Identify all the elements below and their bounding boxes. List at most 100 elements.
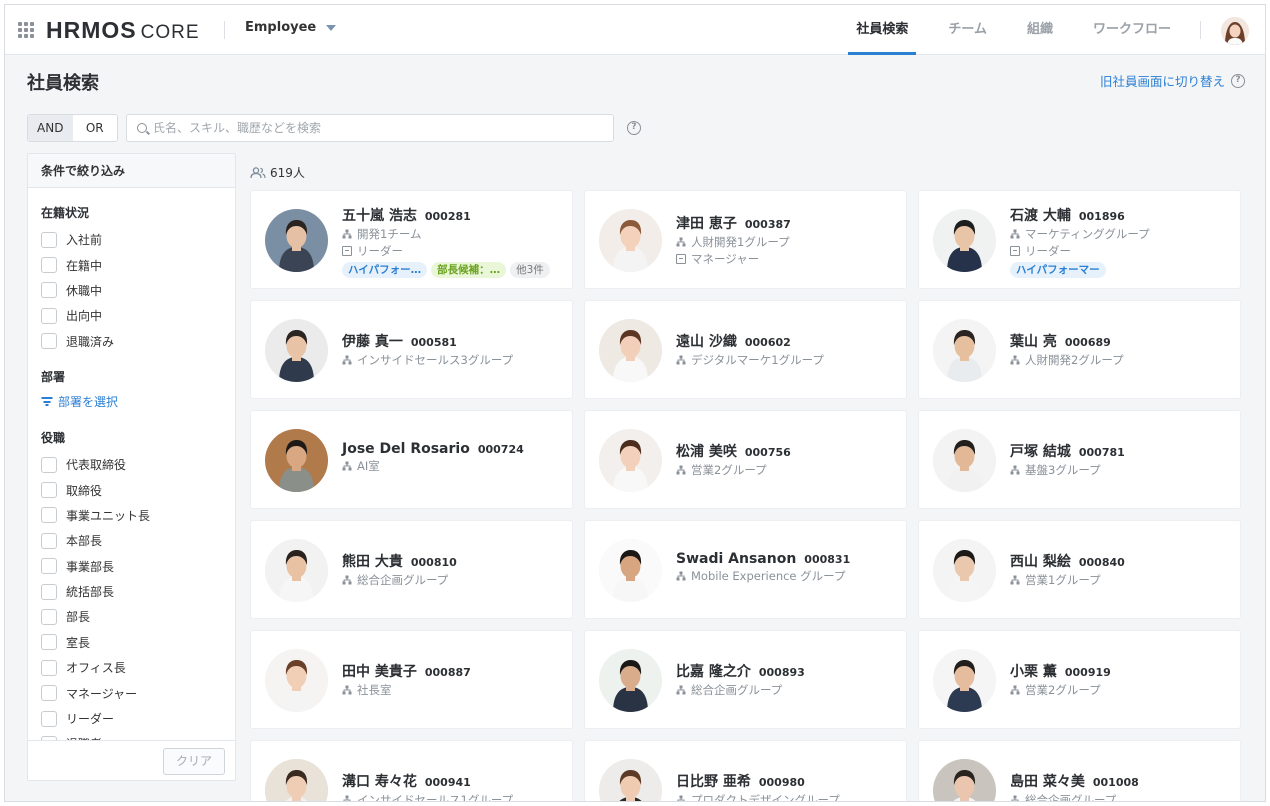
- select-dept-label: 部署を選択: [58, 395, 119, 410]
- employee-photo: [933, 209, 996, 272]
- status-filter-item[interactable]: 在籍中: [41, 252, 235, 277]
- employee-name: 熊田 大貴: [342, 554, 403, 570]
- checkbox[interactable]: [41, 659, 57, 676]
- app-switcher[interactable]: Employee: [245, 20, 337, 35]
- employee-card[interactable]: 遠山 沙織 000602 デジタルマーケ1グループ: [584, 300, 907, 399]
- employee-info: 日比野 亜希 000980 プロダクトデザイングループ: [676, 771, 898, 801]
- employee-info: 遠山 沙織 000602 デジタルマーケ1グループ: [676, 331, 898, 368]
- search-input[interactable]: [153, 121, 593, 135]
- role-filter-item[interactable]: 事業ユニット長: [41, 503, 235, 528]
- employee-card[interactable]: 西山 梨絵 000840 営業1グループ: [918, 520, 1241, 619]
- employee-dept: AI室: [342, 457, 564, 474]
- app-grid-icon[interactable]: [18, 22, 34, 38]
- app-window: HRMOS CORE Employee 社員検索 チーム 組織 ワークフロー 社…: [4, 4, 1266, 802]
- checkbox[interactable]: [41, 532, 57, 549]
- role-filter-item[interactable]: 代表取締役: [41, 452, 235, 477]
- checkbox[interactable]: [41, 333, 57, 350]
- employee-card[interactable]: Jose Del Rosario 000724 AI室: [250, 410, 573, 509]
- employee-role-label: マネージャー: [691, 251, 760, 266]
- employee-card[interactable]: 小栗 薫 000919 営業2グループ: [918, 630, 1241, 729]
- role-icon: [676, 253, 686, 264]
- employee-card[interactable]: 津田 恵子 000387 人財開発1グループ マネージャー: [584, 190, 907, 289]
- help-icon[interactable]: ?: [1231, 73, 1245, 88]
- employee-photo: [265, 649, 328, 712]
- checkbox[interactable]: [41, 685, 57, 702]
- checkbox[interactable]: [41, 257, 57, 274]
- checkbox[interactable]: [41, 282, 57, 299]
- tab-organization[interactable]: 組織: [1019, 5, 1061, 55]
- role-filter-item[interactable]: 統括部長: [41, 579, 235, 604]
- status-filter-item[interactable]: 入社前: [41, 227, 235, 252]
- checkbox[interactable]: [41, 558, 57, 575]
- employee-card[interactable]: 松浦 美咲 000756 営業2グループ: [584, 410, 907, 509]
- tab-workflow[interactable]: ワークフロー: [1085, 5, 1179, 55]
- employee-card[interactable]: 熊田 大貴 000810 総合企画グループ: [250, 520, 573, 619]
- employee-card[interactable]: 五十嵐 浩志 000281 開発1チーム リーダー ハイパフォー… 部長候補：… 他3件: [250, 190, 573, 289]
- role-filter-item[interactable]: 取締役: [41, 477, 235, 502]
- checkbox[interactable]: [41, 608, 57, 625]
- checkbox[interactable]: [41, 456, 57, 473]
- checkbox[interactable]: [41, 482, 57, 499]
- checkbox[interactable]: [41, 583, 57, 600]
- employee-name: 葉山 亮: [1010, 334, 1057, 350]
- search-box[interactable]: [126, 114, 614, 142]
- employee-info: 島田 菜々美 001008 総合企画グループ: [1010, 771, 1232, 802]
- employee-photo: [933, 649, 996, 712]
- employee-card[interactable]: 伊藤 真一 000581 インサイドセールス3グループ: [250, 300, 573, 399]
- role-filter-item[interactable]: 退職者: [41, 731, 235, 740]
- employee-name: 島田 菜々美: [1010, 774, 1085, 790]
- logo[interactable]: HRMOS CORE: [46, 17, 200, 43]
- clear-button[interactable]: クリア: [163, 748, 225, 775]
- role-filter-item[interactable]: 事業部長: [41, 554, 235, 579]
- select-dept-link[interactable]: 部署を選択: [41, 391, 235, 413]
- employee-card[interactable]: Swadi Ansanon 000831 Mobile Experience グルー…: [584, 520, 907, 619]
- employee-photo: [265, 539, 328, 602]
- tab-team[interactable]: チーム: [940, 5, 995, 55]
- employee-dept-label: 総合企画グループ: [1025, 792, 1117, 802]
- employee-id: 000941: [424, 776, 471, 789]
- role-filter-item[interactable]: 本部長: [41, 528, 235, 553]
- employee-dept: 人財開発2グループ: [1010, 351, 1232, 368]
- role-filter-item[interactable]: マネージャー: [41, 680, 235, 705]
- or-button[interactable]: OR: [73, 115, 118, 141]
- filter-body[interactable]: 在籍状況 入社前 在籍中 休職中 出向中 退職済み 部署 部署を選択 役職 代表取締役取…: [28, 188, 235, 740]
- user-avatar[interactable]: [1221, 17, 1249, 45]
- employee-card[interactable]: 戸塚 結城 000781 基盤3グループ: [918, 410, 1241, 509]
- search-help-icon[interactable]: ?: [627, 121, 641, 135]
- employee-dept-label: インサイドセールス3グループ: [357, 352, 514, 367]
- status-filter-item[interactable]: 出向中: [41, 303, 235, 328]
- checkbox[interactable]: [41, 507, 57, 524]
- employee-dept-label: Mobile Experience グループ: [691, 568, 846, 583]
- status-filter-item[interactable]: 退職済み: [41, 329, 235, 354]
- employee-card[interactable]: 日比野 亜希 000980 プロダクトデザイングループ: [584, 740, 907, 801]
- and-button[interactable]: AND: [28, 115, 73, 141]
- result-count: 619人: [250, 164, 305, 181]
- switch-old-screen-link[interactable]: 旧社員画面に切り替え ?: [1100, 71, 1245, 90]
- checkbox[interactable]: [41, 231, 57, 248]
- checkbox[interactable]: [41, 634, 57, 651]
- role-filter-item[interactable]: 部長: [41, 604, 235, 629]
- role-filter-item[interactable]: リーダー: [41, 706, 235, 731]
- employee-card[interactable]: 葉山 亮 000689 人財開発2グループ: [918, 300, 1241, 399]
- employee-id: 000281: [424, 210, 471, 223]
- employee-card[interactable]: 島田 菜々美 001008 総合企画グループ: [918, 740, 1241, 802]
- checkbox[interactable]: [41, 307, 57, 324]
- status-filter-label: 入社前: [66, 233, 103, 248]
- employee-photo: [265, 429, 328, 492]
- role-filter-item[interactable]: 室長: [41, 630, 235, 655]
- employee-card[interactable]: 石渡 大輔 001896 マーケティンググループ リーダー ハイパフォーマー: [918, 190, 1241, 289]
- employee-id: 000781: [1078, 446, 1125, 459]
- employee-card[interactable]: 溝口 寿々花 000941 インサイドセールス1グループ: [250, 740, 573, 801]
- org-icon: [342, 685, 352, 694]
- employee-card[interactable]: 田中 美貴子 000887 社長室: [250, 630, 573, 729]
- org-icon: [1010, 685, 1020, 694]
- tab-employee-search[interactable]: 社員検索: [848, 5, 917, 55]
- employee-info: 西山 梨絵 000840 営業1グループ: [1010, 551, 1232, 588]
- role-filter-label: 取締役: [66, 483, 103, 498]
- checkbox[interactable]: [41, 710, 57, 727]
- employee-info: 石渡 大輔 001896 マーケティンググループ リーダー ハイパフォーマー: [1010, 205, 1232, 278]
- role-filter-item[interactable]: オフィス長: [41, 655, 235, 680]
- employee-tag: 他3件: [510, 262, 550, 278]
- status-filter-item[interactable]: 休職中: [41, 278, 235, 303]
- employee-card[interactable]: 比嘉 隆之介 000893 総合企画グループ: [584, 630, 907, 729]
